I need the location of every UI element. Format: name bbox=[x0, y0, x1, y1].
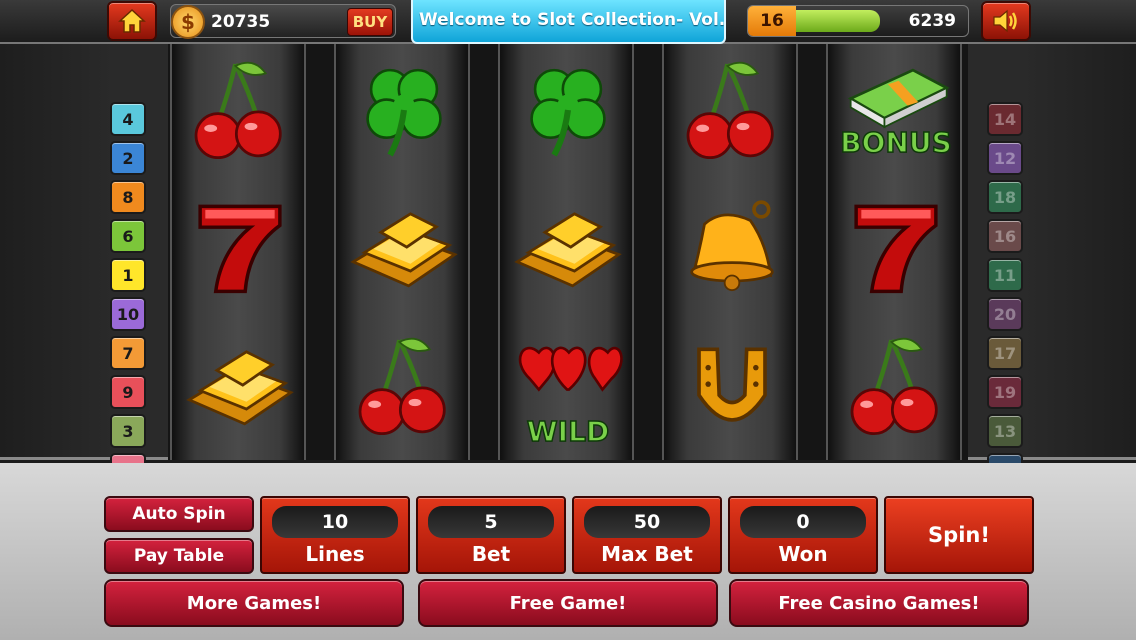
wild-icon: WILD bbox=[508, 326, 628, 446]
payline-left-4[interactable]: 4 bbox=[110, 102, 146, 136]
payline-right-17[interactable]: 17 bbox=[987, 336, 1023, 370]
payline-left-8[interactable]: 8 bbox=[110, 180, 146, 214]
coin-balance: $ 20735 BUY bbox=[170, 4, 396, 39]
cherry-icon bbox=[836, 326, 956, 446]
won-label: Won bbox=[778, 542, 828, 566]
payline-left-1[interactable]: 1 bbox=[110, 258, 146, 292]
max-bet-label: Max Bet bbox=[601, 542, 693, 566]
xp-progress-fill bbox=[796, 10, 881, 32]
clover-icon bbox=[344, 50, 464, 170]
bonus-icon: BONUS bbox=[836, 50, 956, 170]
payline-left-10[interactable]: 10 bbox=[110, 297, 146, 331]
payline-right-11[interactable]: 11 bbox=[987, 258, 1023, 292]
payline-left-6[interactable]: 6 bbox=[110, 219, 146, 253]
spin-button[interactable]: Spin! bbox=[884, 496, 1034, 574]
lines-value: 10 bbox=[272, 506, 398, 538]
max-bet-button[interactable]: 50 Max Bet bbox=[572, 496, 722, 574]
coin-value: 20735 bbox=[211, 12, 271, 32]
wild-label: WILD bbox=[526, 415, 610, 448]
xp-value: 6239 bbox=[908, 11, 956, 31]
payline-left-2[interactable]: 2 bbox=[110, 141, 146, 175]
payline-right-19[interactable]: 19 bbox=[987, 375, 1023, 409]
bonus-label: BONUS bbox=[839, 126, 952, 159]
seven-icon bbox=[180, 188, 300, 308]
lines-control[interactable]: 10 Lines bbox=[260, 496, 410, 574]
won-value: 0 bbox=[740, 506, 866, 538]
seven-icon bbox=[836, 188, 956, 308]
clover-icon bbox=[508, 50, 628, 170]
home-button[interactable] bbox=[107, 1, 157, 41]
reel-1 bbox=[170, 44, 306, 460]
max-bet-value: 50 bbox=[584, 506, 710, 538]
buy-button[interactable]: BUY bbox=[347, 8, 393, 36]
gold-icon bbox=[344, 188, 464, 308]
home-icon bbox=[118, 8, 146, 33]
control-panel: Auto Spin Pay Table 10 Lines 5 Bet 50 Ma… bbox=[0, 463, 1136, 640]
coin-icon: $ bbox=[171, 5, 205, 39]
bell-icon bbox=[672, 188, 792, 308]
bet-value: 5 bbox=[428, 506, 554, 538]
payline-left-7[interactable]: 7 bbox=[110, 336, 146, 370]
reel-5: BONUS bbox=[826, 44, 962, 460]
auto-spin-button[interactable]: Auto Spin bbox=[104, 496, 254, 532]
payline-right-12[interactable]: 12 bbox=[987, 141, 1023, 175]
cherry-icon bbox=[180, 50, 300, 170]
reel-3: WILD bbox=[498, 44, 634, 460]
reel-frame: WILD BONUS bbox=[168, 44, 968, 460]
level-badge: 16 bbox=[748, 6, 796, 36]
horseshoe-icon bbox=[672, 326, 792, 446]
reel-4 bbox=[662, 44, 798, 460]
more-games-button[interactable]: More Games! bbox=[104, 579, 404, 627]
cherry-icon bbox=[672, 50, 792, 170]
payline-left-3[interactable]: 3 bbox=[110, 414, 146, 448]
welcome-marquee: Welcome to Slot Collection- Vol... bbox=[411, 0, 726, 44]
pay-table-button[interactable]: Pay Table bbox=[104, 538, 254, 574]
gold-icon bbox=[508, 188, 628, 308]
payline-right-16[interactable]: 16 bbox=[987, 219, 1023, 253]
payline-right-14[interactable]: 14 bbox=[987, 102, 1023, 136]
free-casino-games-button[interactable]: Free Casino Games! bbox=[729, 579, 1029, 627]
bet-label: Bet bbox=[471, 542, 511, 566]
xp-bar: 16 6239 bbox=[747, 5, 969, 37]
sound-button[interactable] bbox=[981, 1, 1031, 41]
speaker-icon bbox=[993, 9, 1017, 33]
free-game-button[interactable]: Free Game! bbox=[418, 579, 718, 627]
reel-2 bbox=[334, 44, 470, 460]
payline-right-20[interactable]: 20 bbox=[987, 297, 1023, 331]
top-bar: $ 20735 BUY Welcome to Slot Collection- … bbox=[0, 0, 1136, 44]
won-display: 0 Won bbox=[728, 496, 878, 574]
gold-icon bbox=[180, 326, 300, 446]
lines-label: Lines bbox=[305, 542, 365, 566]
reel-area: 42861107935 bbox=[0, 44, 1136, 487]
payline-right-13[interactable]: 13 bbox=[987, 414, 1023, 448]
cherry-icon bbox=[344, 326, 464, 446]
payline-right-18[interactable]: 18 bbox=[987, 180, 1023, 214]
payline-left-9[interactable]: 9 bbox=[110, 375, 146, 409]
bet-control[interactable]: 5 Bet bbox=[416, 496, 566, 574]
